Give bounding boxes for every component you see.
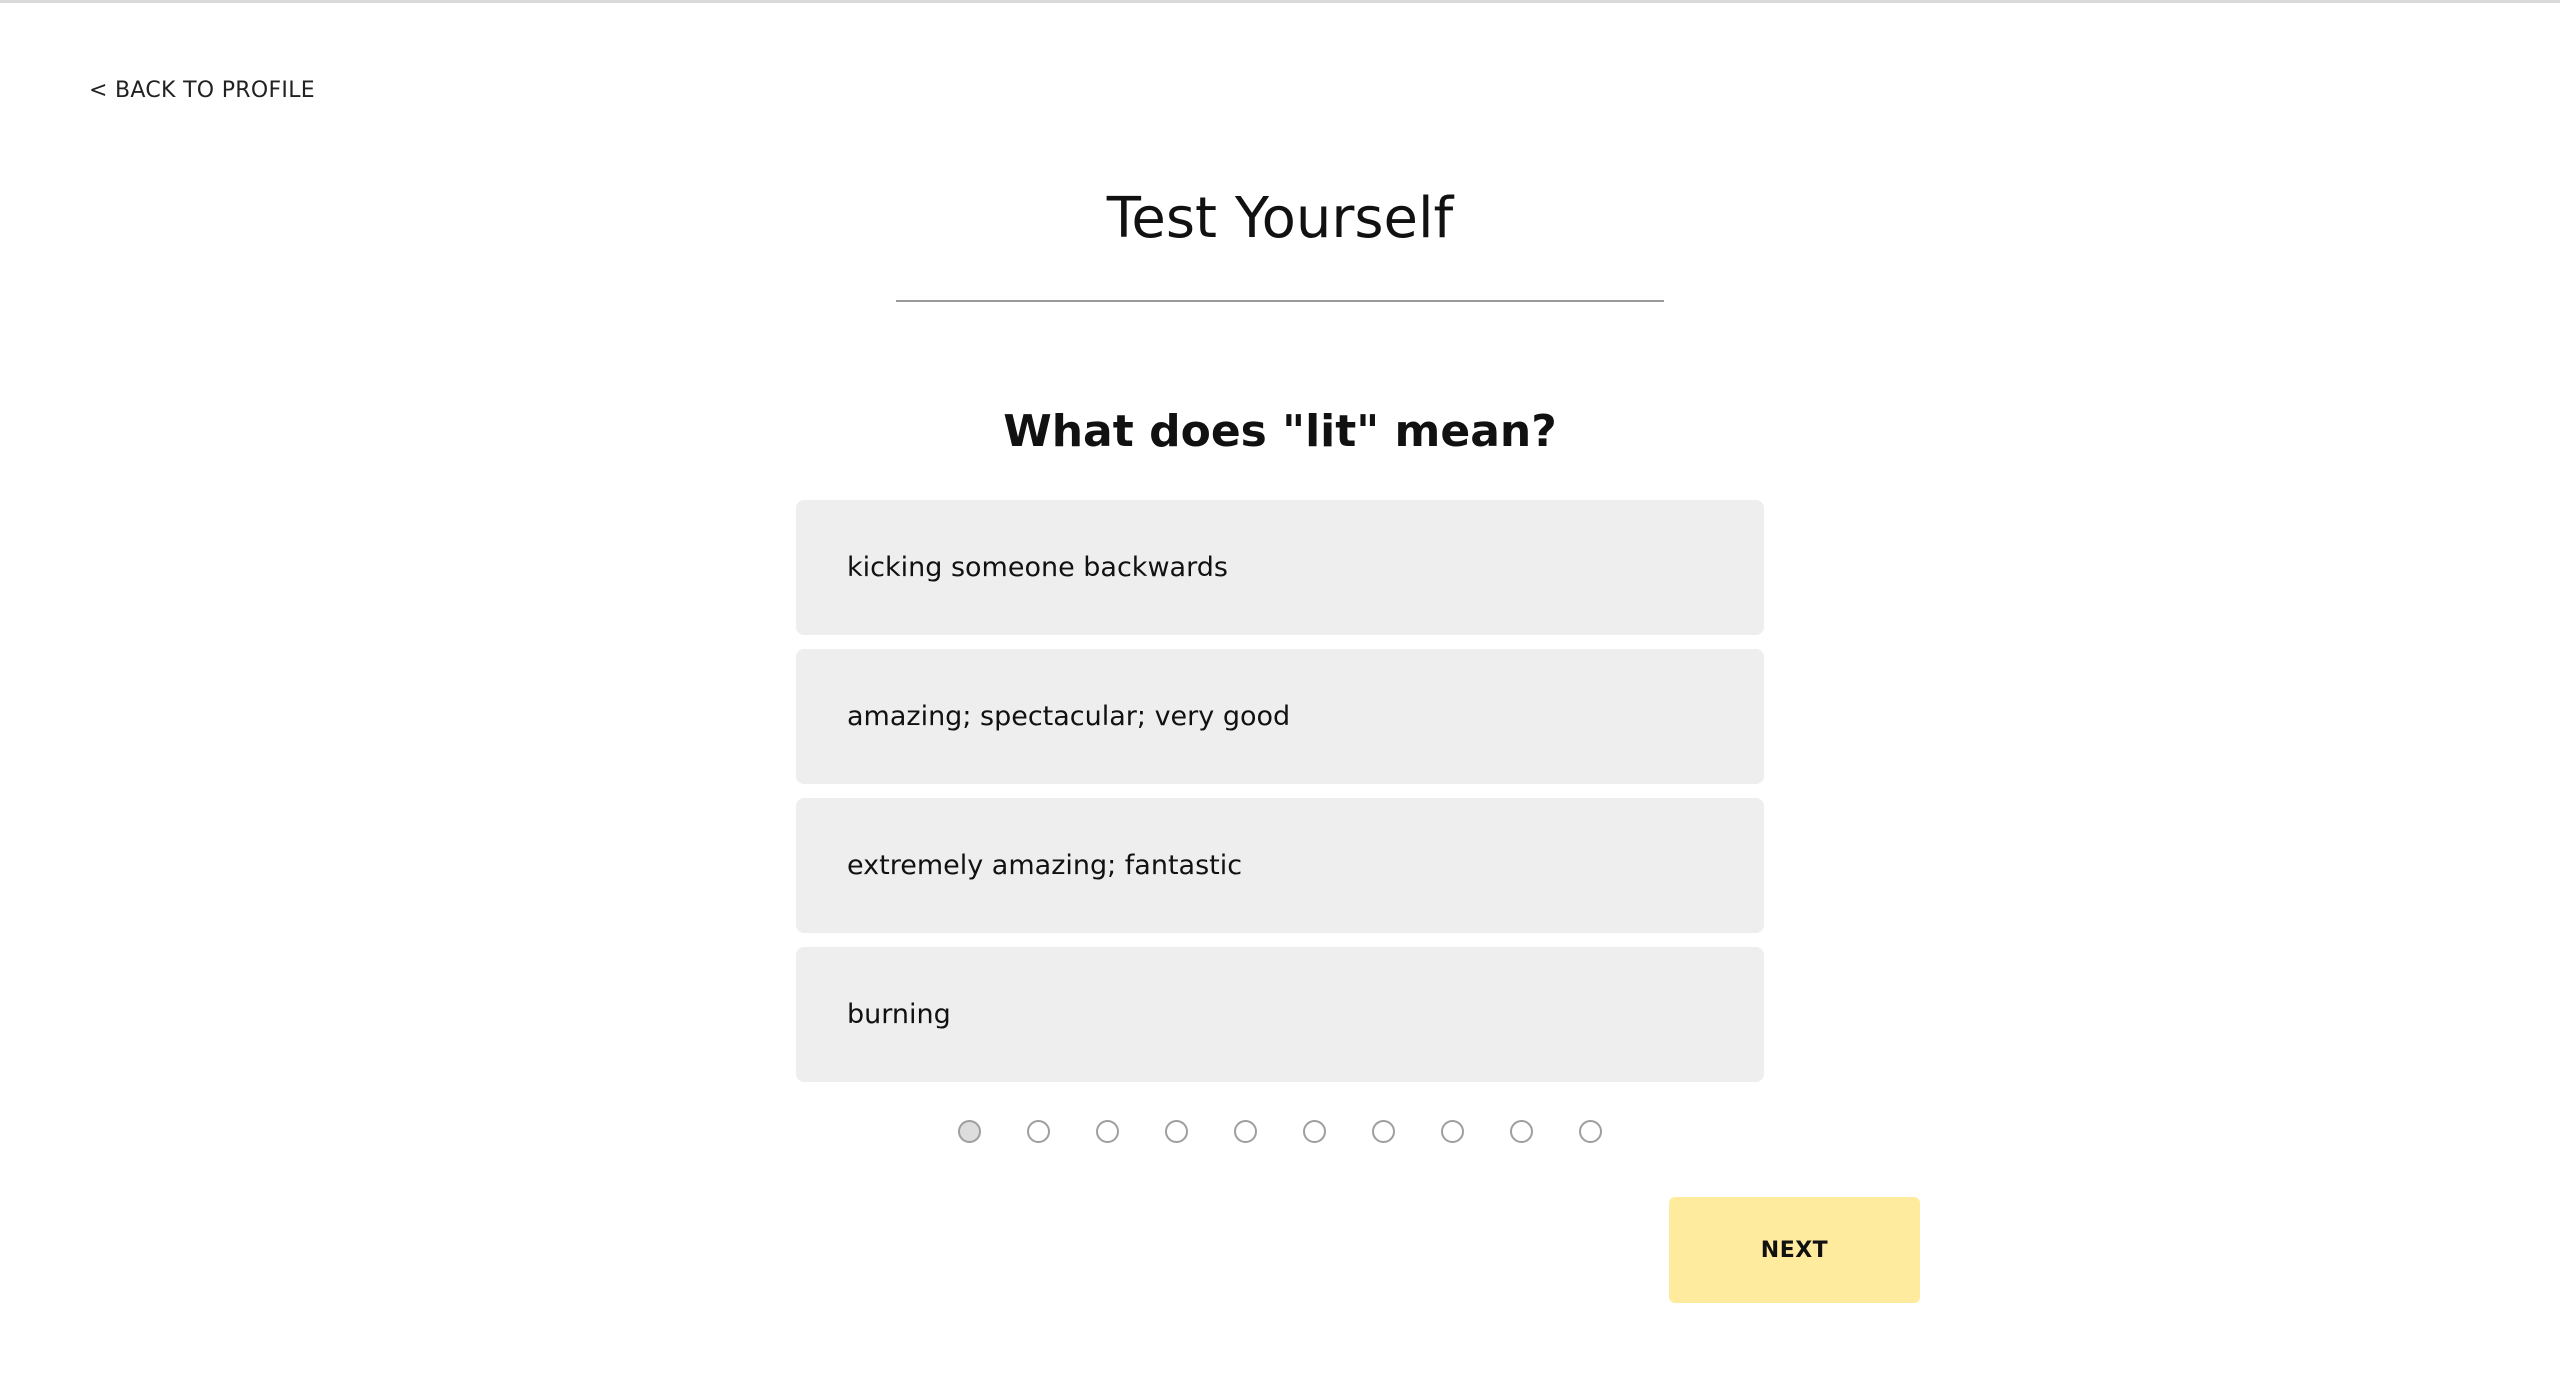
question-text: What does "lit" mean? (1003, 406, 1557, 457)
title-divider (896, 300, 1664, 302)
answer-option-label: burning (847, 999, 951, 1030)
progress-dot (1510, 1120, 1533, 1143)
progress-dot (1579, 1120, 1602, 1143)
progress-indicator (958, 1120, 1602, 1143)
answer-option-3[interactable]: extremely amazing; fantastic (796, 798, 1764, 933)
back-to-profile-link[interactable]: < BACK TO PROFILE (89, 78, 315, 103)
progress-dot-current (958, 1120, 981, 1143)
progress-dot (1441, 1120, 1464, 1143)
progress-dot (1372, 1120, 1395, 1143)
answer-option-1[interactable]: kicking someone backwards (796, 500, 1764, 635)
progress-dot (1096, 1120, 1119, 1143)
answer-options: kicking someone backwards amazing; spect… (796, 500, 1764, 1096)
answer-option-label: extremely amazing; fantastic (847, 850, 1243, 881)
answer-option-2[interactable]: amazing; spectacular; very good (796, 649, 1764, 784)
answer-option-label: kicking someone backwards (847, 552, 1228, 583)
progress-dot (1165, 1120, 1188, 1143)
progress-dot (1303, 1120, 1326, 1143)
answer-option-label: amazing; spectacular; very good (847, 701, 1291, 732)
progress-dot (1234, 1120, 1257, 1143)
next-button[interactable]: NEXT (1669, 1197, 1920, 1303)
progress-dot (1027, 1120, 1050, 1143)
top-border (0, 0, 2560, 3)
page-title: Test Yourself (1106, 186, 1454, 251)
answer-option-4[interactable]: burning (796, 947, 1764, 1082)
